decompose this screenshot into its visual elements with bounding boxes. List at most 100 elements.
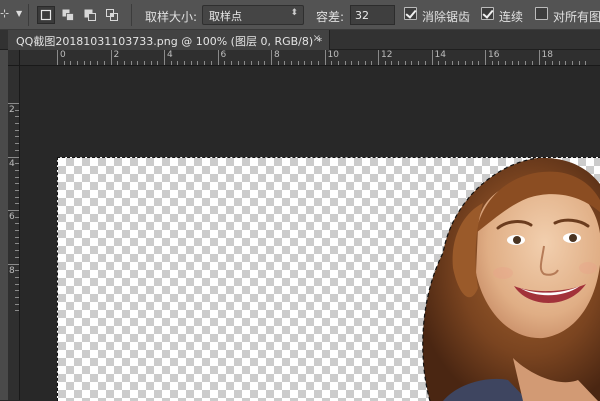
ruler-minor-tick xyxy=(15,149,19,151)
close-icon[interactable]: × xyxy=(313,33,321,44)
sample-size-select[interactable]: 取样点 ⬍ xyxy=(202,5,304,25)
ruler-minor-tick xyxy=(15,276,19,278)
tolerance-value: 32 xyxy=(355,9,369,22)
ruler-minor-tick xyxy=(15,163,19,165)
ruler-label: 10 xyxy=(327,50,339,60)
ruler-minor-tick xyxy=(77,61,79,65)
ruler-minor-tick xyxy=(311,61,313,65)
ruler-minor-tick xyxy=(371,61,373,65)
antialias-checkbox[interactable] xyxy=(404,7,417,20)
ruler-major-tick xyxy=(271,50,272,65)
ruler-major-tick xyxy=(8,156,19,158)
ruler-minor-tick xyxy=(458,61,460,65)
ruler-minor-tick xyxy=(565,61,567,65)
new-selection-icon[interactable] xyxy=(37,6,55,24)
ruler-minor-tick xyxy=(15,136,19,138)
ruler-minor-tick xyxy=(15,256,19,258)
tolerance-input[interactable]: 32 xyxy=(350,5,395,25)
ruler-minor-tick xyxy=(184,61,186,65)
ruler-minor-tick xyxy=(418,61,420,65)
ruler-minor-tick xyxy=(304,61,306,65)
ruler-minor-tick xyxy=(244,61,246,65)
sample-all-layers-checkbox[interactable] xyxy=(535,7,548,20)
ruler-minor-tick xyxy=(15,270,19,272)
ruler-minor-tick xyxy=(518,61,520,65)
ruler-minor-tick xyxy=(15,243,19,245)
divider xyxy=(131,4,132,26)
intersect-selection-icon[interactable] xyxy=(103,6,121,24)
ruler-major-tick xyxy=(164,50,165,65)
ruler-minor-tick xyxy=(404,61,406,65)
ruler-minor-tick xyxy=(257,61,259,65)
ruler-minor-tick xyxy=(123,61,125,65)
ruler-minor-tick xyxy=(250,61,252,65)
ruler-minor-tick xyxy=(15,296,19,298)
ruler-minor-tick xyxy=(90,61,92,65)
ruler-minor-tick xyxy=(204,61,206,65)
contiguous-checkbox[interactable] xyxy=(481,7,494,20)
tool-preset-chevron-down-icon[interactable]: ▼ xyxy=(16,9,22,18)
vertical-ruler[interactable]: 2 4 6 8 xyxy=(8,66,20,400)
ruler-label: 18 xyxy=(541,50,553,60)
ruler-minor-tick xyxy=(438,61,440,65)
dropdown-arrows-icon: ⬍ xyxy=(290,8,298,18)
ruler-minor-tick xyxy=(15,290,19,292)
ruler-minor-tick xyxy=(15,169,19,171)
ruler-minor-tick xyxy=(551,61,553,65)
document-tab[interactable]: QQ截图20181031103733.png @ 100% (图层 0, RGB… xyxy=(8,30,330,50)
ruler-minor-tick xyxy=(15,116,19,118)
ruler-minor-tick xyxy=(511,61,513,65)
tolerance-label: 容差: xyxy=(316,10,345,24)
ruler-major-tick xyxy=(110,50,112,65)
ruler-minor-tick xyxy=(531,61,533,65)
ruler-minor-tick xyxy=(277,61,279,65)
ruler-minor-tick xyxy=(264,61,266,65)
ruler-minor-tick xyxy=(237,61,239,65)
ruler-minor-tick xyxy=(297,61,299,65)
ruler-minor-tick xyxy=(15,250,19,252)
ruler-origin-corner[interactable] xyxy=(8,50,20,66)
divider xyxy=(28,4,29,26)
ruler-major-tick xyxy=(8,210,19,211)
ruler-minor-tick xyxy=(424,61,426,65)
ruler-minor-tick xyxy=(15,183,19,185)
ruler-minor-tick xyxy=(15,129,19,131)
add-to-selection-icon[interactable] xyxy=(59,6,77,24)
ruler-minor-tick xyxy=(444,61,446,65)
document-tab-bar: QQ截图20181031103733.png @ 100% (图层 0, RGB… xyxy=(0,30,600,50)
sample-size-label: 取样大小: xyxy=(145,10,198,24)
ruler-minor-tick xyxy=(344,61,346,65)
ruler-minor-tick xyxy=(190,61,192,65)
ruler-minor-tick xyxy=(70,61,72,65)
ruler-minor-tick xyxy=(210,61,212,65)
magic-wand-tool-icon[interactable]: ⊹ xyxy=(0,7,9,20)
ruler-minor-tick xyxy=(15,143,19,145)
ruler-minor-tick xyxy=(230,61,232,65)
contiguous-label: 连续 xyxy=(499,10,524,24)
ruler-label: 2 xyxy=(113,50,120,60)
document-workspace[interactable] xyxy=(20,66,600,401)
subtract-from-selection-icon[interactable] xyxy=(81,6,99,24)
ruler-major-tick xyxy=(485,50,486,65)
ruler-minor-tick xyxy=(63,61,65,65)
ruler-minor-tick xyxy=(558,61,560,65)
ruler-minor-tick xyxy=(384,61,386,65)
ruler-label: 4 xyxy=(9,158,15,169)
ruler-label: 6 xyxy=(9,212,15,222)
ruler-minor-tick xyxy=(157,61,159,65)
ruler-minor-tick xyxy=(15,283,19,285)
ruler-minor-tick xyxy=(15,203,19,205)
document-canvas[interactable] xyxy=(57,157,600,401)
ruler-minor-tick xyxy=(498,61,500,65)
ruler-minor-tick xyxy=(505,61,507,65)
ruler-minor-tick xyxy=(15,230,19,232)
ruler-minor-tick xyxy=(585,61,587,65)
ruler-minor-tick xyxy=(525,61,527,65)
ruler-major-tick xyxy=(57,50,58,65)
ruler-minor-tick xyxy=(451,61,453,65)
ruler-minor-tick xyxy=(15,176,19,178)
ruler-minor-tick xyxy=(224,61,226,65)
horizontal-ruler[interactable]: 0 2 4 6 8 10 12 14 16 18 xyxy=(20,50,600,66)
ruler-label: 8 xyxy=(274,50,280,60)
ruler-minor-tick xyxy=(143,61,145,65)
